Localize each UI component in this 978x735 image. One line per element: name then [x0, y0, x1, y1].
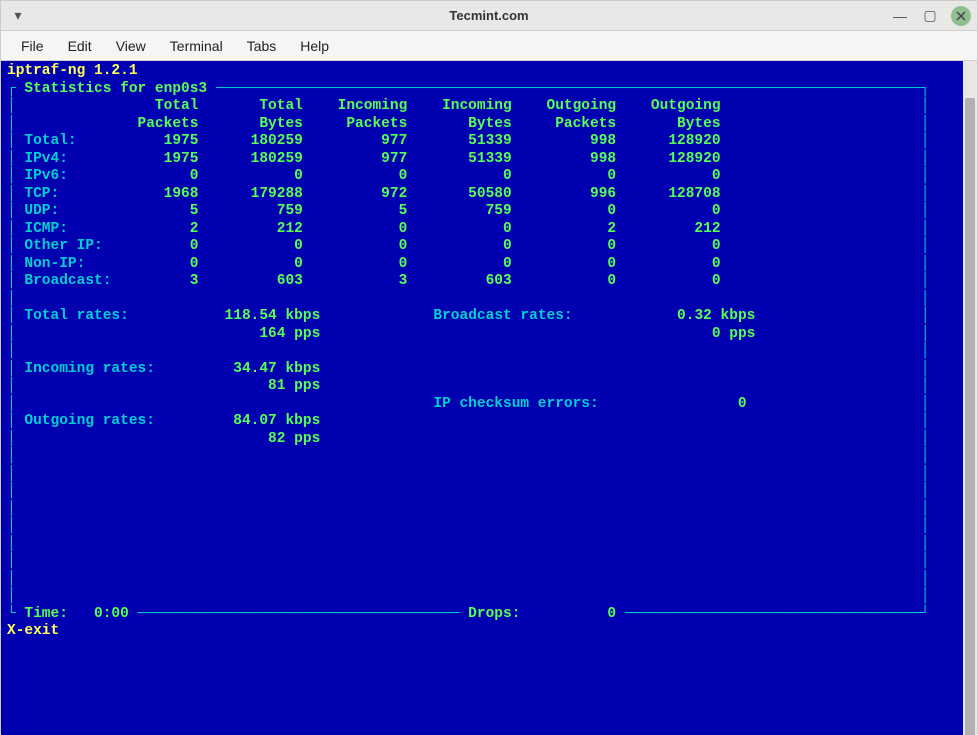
- menu-help[interactable]: Help: [290, 34, 339, 58]
- box-border-top: ┌: [7, 81, 24, 97]
- app-version: iptraf-ng 1.2.1: [7, 63, 138, 79]
- total-rates-label: Total rates:: [24, 308, 172, 324]
- drops-display: Drops: 0: [459, 606, 624, 622]
- menu-file[interactable]: File: [11, 34, 54, 58]
- box-title: Statistics for enp0s3: [24, 81, 207, 97]
- row-label-total: Total:: [24, 133, 120, 149]
- incoming-rates-kbps: 34.47 kbps: [172, 361, 320, 377]
- exit-hint: X-exit: [7, 623, 59, 639]
- titlebar: ▾ Tecmint.com — ▢: [1, 1, 977, 31]
- row-data-tcp: 1968 179288 972 50580 996 128708: [120, 186, 720, 202]
- row-label-nonip: Non-IP:: [24, 256, 120, 272]
- menu-view[interactable]: View: [106, 34, 156, 58]
- maximize-button[interactable]: ▢: [921, 7, 939, 25]
- broadcast-rates-pps: 0 pps: [625, 326, 756, 342]
- broadcast-rates-label: Broadcast rates:: [433, 308, 624, 324]
- outgoing-rates-kbps: 84.07 kbps: [172, 413, 320, 429]
- row-data-nonip: 0 0 0 0 0 0: [120, 256, 720, 272]
- menubar: File Edit View Terminal Tabs Help: [1, 31, 977, 61]
- scrollbar-thumb[interactable]: [965, 98, 975, 735]
- time-display: Time: 0:00: [16, 606, 138, 622]
- row-data-icmp: 2 212 0 0 2 212: [120, 221, 720, 237]
- row-label-tcp: TCP:: [24, 186, 120, 202]
- hdr-row1: Total Total Incoming Incoming Outgoing O…: [24, 98, 720, 114]
- row-data-total: 1975 180259 977 51339 998 128920: [120, 133, 720, 149]
- outgoing-rates-label: Outgoing rates:: [24, 413, 172, 429]
- total-rates-kbps: 118.54 kbps: [172, 308, 320, 324]
- close-button[interactable]: [951, 6, 971, 26]
- checksum-label: IP checksum errors:: [433, 396, 694, 412]
- menu-terminal[interactable]: Terminal: [160, 34, 233, 58]
- row-label-broadcast: Broadcast:: [24, 273, 120, 289]
- row-data-ipv4: 1975 180259 977 51339 998 128920: [120, 151, 720, 167]
- hdr-row2: Packets Bytes Packets Bytes Packets Byte…: [24, 116, 720, 132]
- total-rates-pps: 164 pps: [172, 326, 320, 342]
- window-title: Tecmint.com: [449, 8, 528, 23]
- incoming-rates-pps: 81 pps: [172, 378, 320, 394]
- row-data-ipv6: 0 0 0 0 0 0: [120, 168, 720, 184]
- incoming-rates-label: Incoming rates:: [24, 361, 172, 377]
- row-data-udp: 5 759 5 759 0 0: [120, 203, 720, 219]
- terminal-area[interactable]: iptraf-ng 1.2.1┌ Statistics for enp0s3 ─…: [1, 61, 977, 735]
- row-data-broadcast: 3 603 3 603 0 0: [120, 273, 720, 289]
- row-label-ipv4: IPv4:: [24, 151, 120, 167]
- broadcast-rates-kbps: 0.32 kbps: [625, 308, 756, 324]
- row-data-other: 0 0 0 0 0 0: [120, 238, 720, 254]
- row-label-ipv6: IPv6:: [24, 168, 120, 184]
- outgoing-rates-pps: 82 pps: [172, 431, 320, 447]
- row-label-other: Other IP:: [24, 238, 120, 254]
- row-label-icmp: ICMP:: [24, 221, 120, 237]
- dropdown-icon[interactable]: ▾: [9, 7, 27, 25]
- checksum-val: 0: [694, 396, 746, 412]
- menu-tabs[interactable]: Tabs: [237, 34, 287, 58]
- minimize-button[interactable]: —: [891, 7, 909, 25]
- scrollbar[interactable]: [963, 61, 977, 735]
- row-label-udp: UDP:: [24, 203, 120, 219]
- menu-edit[interactable]: Edit: [58, 34, 102, 58]
